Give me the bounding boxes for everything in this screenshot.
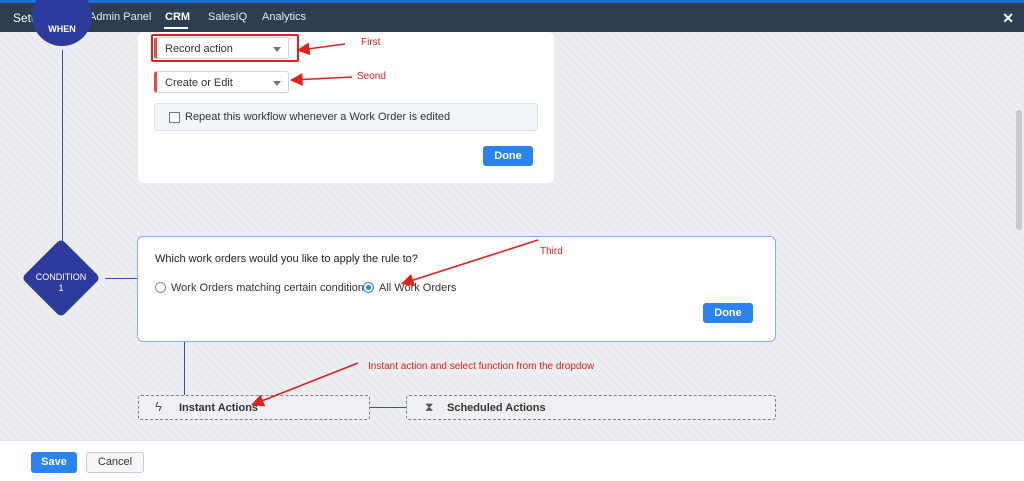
annotation-instant-action: Instant action and select function from … [368,361,595,372]
annotation-first: First [361,37,381,48]
arrow-third [400,239,539,287]
save-button[interactable]: Save [31,452,77,473]
cancel-button[interactable]: Cancel [86,452,144,473]
arrow-first [296,42,346,56]
arrow-second [289,73,353,86]
arrow-instant [251,362,359,407]
annotation-second: Seond [357,71,386,82]
annotation-third: Third [540,246,563,257]
footer-bar: Save Cancel [0,440,1024,481]
annotation-arrows [251,42,539,407]
